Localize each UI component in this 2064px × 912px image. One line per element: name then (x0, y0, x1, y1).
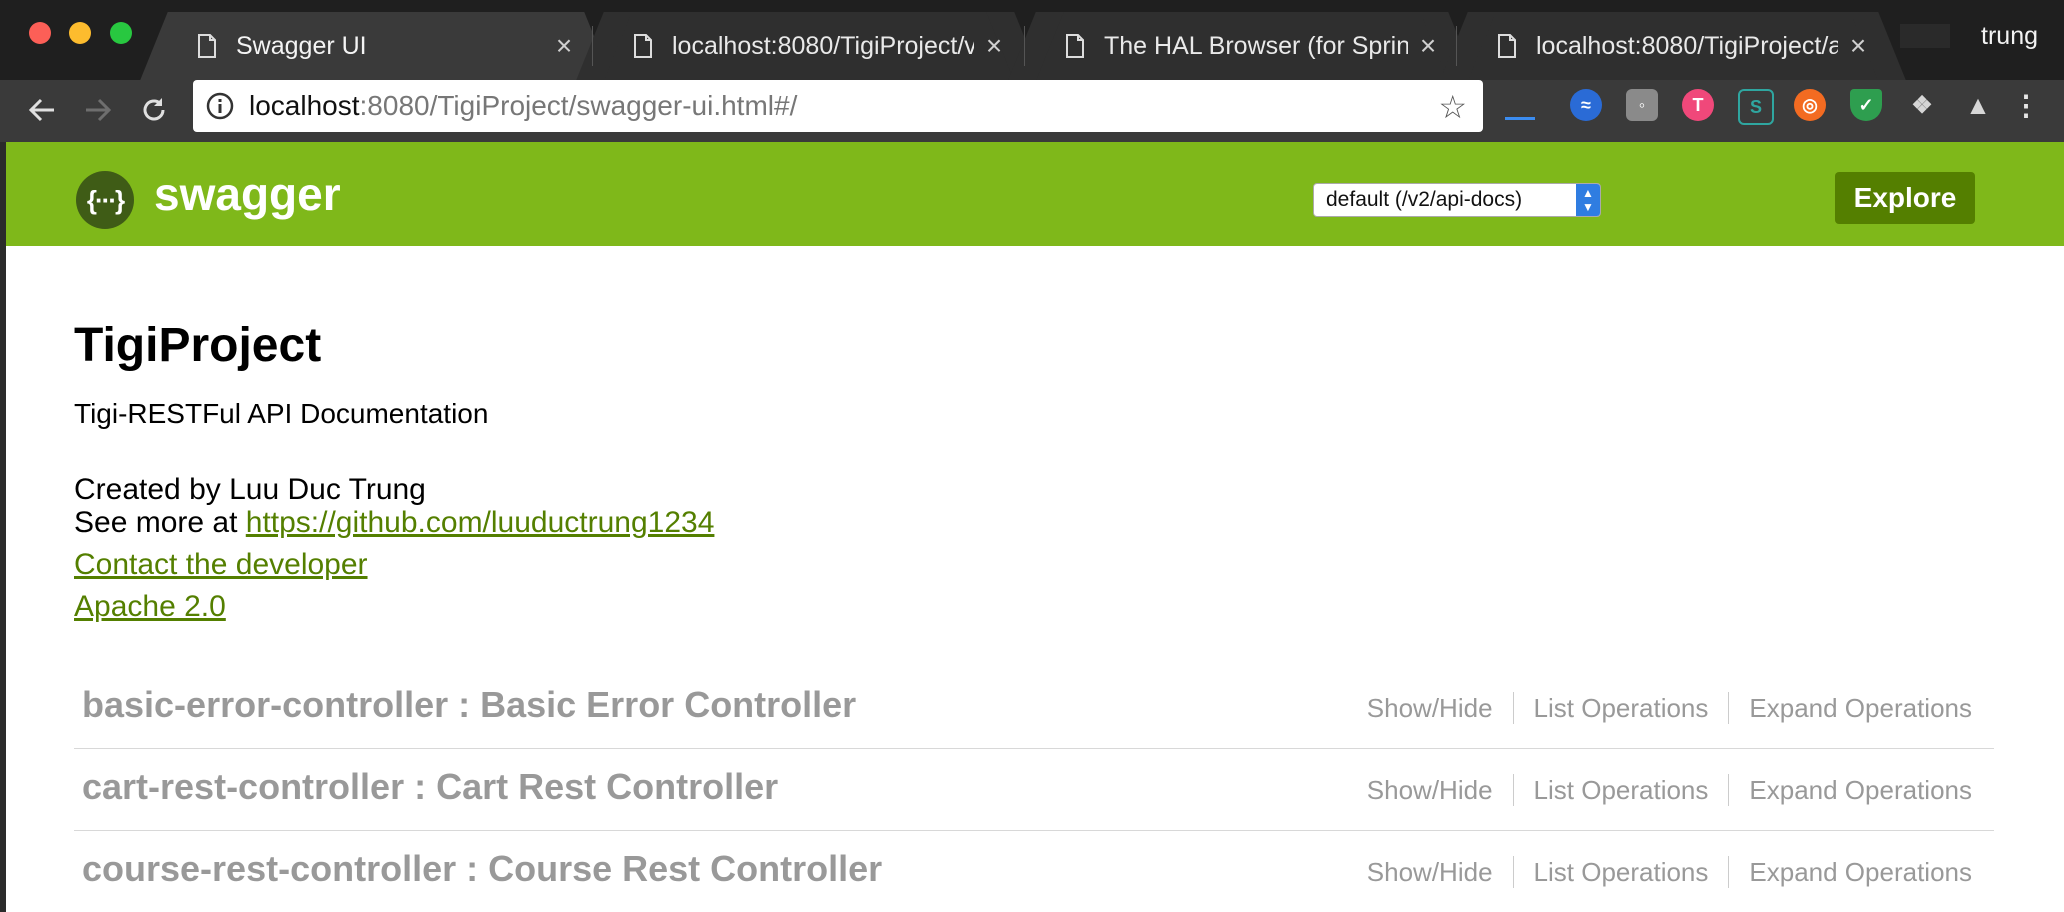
maximize-window-button[interactable] (110, 22, 132, 44)
reload-button[interactable] (134, 90, 174, 130)
contact-developer-link[interactable]: Contact the developer (74, 548, 368, 582)
bookmark-star-icon[interactable]: ☆ (1438, 88, 1467, 126)
document-icon (1066, 34, 1084, 58)
drive-ext-icon[interactable]: ▲ (1962, 89, 1994, 121)
close-tab-icon[interactable]: × (974, 30, 1014, 62)
reload-icon (143, 98, 165, 121)
list-operations-link[interactable]: List Operations (1534, 693, 1709, 724)
divider (1512, 774, 1514, 806)
tab-divider (1024, 26, 1025, 66)
tab-label: localhost:8080/TigiProject/v (672, 31, 974, 60)
expand-operations-link[interactable]: Expand Operations (1749, 693, 1972, 724)
underline-ext-icon[interactable] (1504, 89, 1536, 121)
forward-arrow-icon (86, 98, 112, 122)
profile-name[interactable]: trung (1981, 22, 2038, 51)
bulb-ext-icon[interactable]: ◦ (1626, 89, 1658, 121)
page-viewport: {···} swagger default (/v2/api-docs) ▲ ▼ … (6, 142, 2064, 912)
url-path: :8080/TigiProject/swagger-ui.html#/ (359, 90, 798, 121)
info-icon[interactable] (205, 91, 235, 121)
github-link[interactable]: https://github.com/luuductrung1234 (246, 506, 715, 539)
close-tab-icon[interactable]: × (544, 30, 584, 62)
select-arrows-icon: ▲ ▼ (1576, 184, 1600, 216)
show-hide-link[interactable]: Show/Hide (1367, 857, 1493, 888)
divider (1728, 774, 1730, 806)
divider (1728, 856, 1730, 888)
divider (1512, 692, 1514, 724)
swagger-brand[interactable]: swagger (154, 167, 341, 221)
tab-divider (1456, 26, 1457, 66)
explore-button[interactable]: Explore (1835, 172, 1975, 224)
minimize-window-button[interactable] (69, 22, 91, 44)
url-host: localhost (249, 90, 360, 121)
resource-operations: Show/Hide List Operations Expand Operati… (1367, 774, 1972, 806)
resource-operations: Show/Hide List Operations Expand Operati… (1367, 856, 1972, 888)
dropbox-ext-icon[interactable]: ❖ (1906, 89, 1938, 121)
api-title: TigiProject (74, 319, 322, 372)
resource-title[interactable]: basic-error-controller : Basic Error Con… (82, 684, 856, 726)
expand-operations-link[interactable]: Expand Operations (1749, 857, 1972, 888)
sync-ext-icon[interactable]: ≈ (1570, 89, 1602, 121)
see-more-line: See more at https://github.com/luuductru… (74, 506, 714, 540)
resource-basic-error-controller: basic-error-controller : Basic Error Con… (74, 666, 1994, 749)
resource-course-rest-controller: course-rest-controller : Course Rest Con… (74, 830, 1994, 912)
tab-label: localhost:8080/TigiProject/a (1536, 31, 1838, 60)
close-window-button[interactable] (29, 22, 51, 44)
document-icon (198, 34, 216, 58)
tab-label: The HAL Browser (for Spring (1104, 31, 1408, 60)
divider (1728, 692, 1730, 724)
divider (1512, 856, 1514, 888)
expand-operations-link[interactable]: Expand Operations (1749, 775, 1972, 806)
shield-ext-icon[interactable]: ✓ (1850, 89, 1882, 121)
document-icon (1498, 34, 1516, 58)
document-icon (634, 34, 652, 58)
created-by-text: Created by Luu Duc Trung (74, 473, 426, 506)
resource-operations: Show/Hide List Operations Expand Operati… (1367, 692, 1972, 724)
back-button[interactable] (22, 90, 62, 130)
tab-localhost-v[interactable]: localhost:8080/TigiProject/v × (604, 12, 1014, 80)
list-operations-link[interactable]: List Operations (1534, 857, 1709, 888)
api-description: Tigi-RESTFul API Documentation (74, 398, 489, 429)
api-spec-select[interactable]: default (/v2/api-docs) ▲ ▼ (1313, 183, 1601, 217)
see-more-prefix: See more at (74, 506, 246, 539)
address-bar[interactable]: localhost:8080/TigiProject/swagger-ui.ht… (193, 80, 1483, 132)
t-ext-icon[interactable]: T (1682, 89, 1714, 121)
tab-divider (592, 26, 593, 66)
new-tab-button[interactable] (1900, 24, 1950, 48)
ubuntu-ext-icon[interactable]: ◎ (1794, 89, 1826, 121)
close-tab-icon[interactable]: × (1838, 30, 1878, 62)
show-hide-link[interactable]: Show/Hide (1367, 693, 1493, 724)
api-spec-select-value: default (/v2/api-docs) (1326, 188, 1523, 211)
forward-button[interactable] (78, 90, 118, 130)
resource-cart-rest-controller: cart-rest-controller : Cart Rest Control… (74, 748, 1994, 831)
swagger-header: {···} swagger default (/v2/api-docs) ▲ ▼ … (6, 142, 2064, 246)
resource-title[interactable]: course-rest-controller : Course Rest Con… (82, 848, 882, 890)
browser-titlebar: Swagger UI × localhost:8080/TigiProject/… (0, 0, 2064, 80)
tab-hal-browser[interactable]: The HAL Browser (for Spring × (1036, 12, 1448, 80)
close-tab-icon[interactable]: × (1408, 30, 1448, 62)
tab-localhost-a[interactable]: localhost:8080/TigiProject/a × (1468, 12, 1878, 80)
menu-dots-icon[interactable]: ⋮ (2010, 89, 2042, 121)
s-ext-icon[interactable]: S (1738, 89, 1774, 125)
tab-swagger-ui[interactable]: Swagger UI × (168, 12, 584, 80)
license-link[interactable]: Apache 2.0 (74, 590, 226, 624)
list-operations-link[interactable]: List Operations (1534, 775, 1709, 806)
back-arrow-icon (28, 98, 54, 122)
resource-title[interactable]: cart-rest-controller : Cart Rest Control… (82, 766, 778, 808)
show-hide-link[interactable]: Show/Hide (1367, 775, 1493, 806)
tab-label: Swagger UI (236, 31, 367, 60)
swagger-logo-icon[interactable]: {···} (76, 171, 134, 229)
